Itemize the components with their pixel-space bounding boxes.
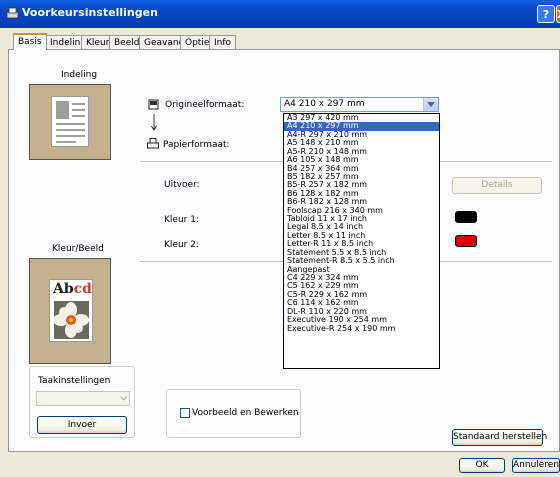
list-item[interactable]: B4 257 x 364 mm <box>284 165 439 173</box>
task-settings-label: Taakinstellingen <box>38 376 111 386</box>
original-format-select[interactable]: A4 210 x 297 mm <box>280 97 439 112</box>
list-item[interactable]: Executive 190 x 254 mm <box>284 316 439 324</box>
layout-heading: Indeling <box>61 70 98 80</box>
list-item[interactable]: Statement-R 8.5 x 5.5 inch <box>284 257 439 265</box>
color2-label: Kleur 2: <box>164 240 199 250</box>
list-item[interactable]: Letter 8.5 x 11 inch <box>284 232 439 240</box>
list-item[interactable]: A5 148 x 210 mm <box>284 139 439 147</box>
color-image-heading: Kleur/Beeld <box>52 244 104 254</box>
list-item[interactable]: Executive-R 254 x 190 mm <box>284 325 439 333</box>
list-item[interactable]: A5-R 210 x 148 mm <box>284 148 439 156</box>
document-page-icon <box>51 96 89 147</box>
color-preview: Abcd <box>29 258 111 364</box>
title-bar: Voorkeursinstellingen ? X <box>0 0 560 28</box>
original-format-label: Origineelformaat: <box>165 100 245 110</box>
list-item[interactable]: B5-R 257 x 182 mm <box>284 181 439 189</box>
help-button[interactable]: ? <box>537 5 555 23</box>
color2-swatch[interactable] <box>455 235 477 247</box>
preview-edit-checkbox[interactable] <box>180 408 190 418</box>
ok-button[interactable]: OK <box>459 458 505 473</box>
arrow-down-icon <box>151 114 157 131</box>
list-item[interactable]: Legal 8.5 x 14 inch <box>284 223 439 231</box>
list-item[interactable]: A4-R 297 x 210 mm <box>284 131 439 139</box>
list-item[interactable]: DL-R 110 x 220 mm <box>284 308 439 316</box>
list-item[interactable]: C5 162 x 229 mm <box>284 282 439 290</box>
chevron-down-icon[interactable] <box>423 98 438 111</box>
list-item[interactable]: Foolscap 216 x 340 mm <box>284 207 439 215</box>
list-item[interactable]: Aangepast <box>284 266 439 274</box>
preview-edit-label: Voorbeeld en Bewerken <box>192 408 299 418</box>
cancel-button[interactable]: Annuleren <box>512 458 560 473</box>
list-item[interactable]: C6 114 x 162 mm <box>284 299 439 307</box>
chevron-down-icon <box>120 396 127 401</box>
window-title: Voorkeursinstellingen <box>22 6 158 19</box>
close-button[interactable]: X <box>556 5 560 23</box>
tab-info[interactable]: Info <box>209 35 237 49</box>
original-document-icon <box>148 99 159 110</box>
layout-preview <box>29 84 111 160</box>
list-item[interactable]: Tabloid 11 x 17 inch <box>284 215 439 223</box>
restore-defaults-button[interactable]: Standaard herstellen <box>452 429 547 446</box>
original-format-listbox[interactable]: A3 297 x 420 mm A4 210 x 297 mm A4-R 297… <box>283 113 440 369</box>
color1-label: Kleur 1: <box>164 215 199 225</box>
list-item[interactable]: A3 297 x 420 mm <box>284 114 439 122</box>
original-format-value: A4 210 x 297 mm <box>284 99 365 109</box>
sample-image: Abcd <box>49 279 93 342</box>
tab-basis[interactable]: Basis <box>13 33 47 50</box>
list-item[interactable]: Statement 5.5 x 8.5 inch <box>284 249 439 257</box>
list-item[interactable]: C5-R 229 x 162 mm <box>284 291 439 299</box>
details-button[interactable]: Details <box>452 177 542 194</box>
flower-icon <box>54 301 89 339</box>
list-item[interactable]: A6 105 x 148 mm <box>284 156 439 164</box>
task-settings-dropdown[interactable] <box>36 391 130 406</box>
printer-icon <box>147 138 159 149</box>
list-item[interactable]: B6-R 182 x 128 mm <box>284 198 439 206</box>
list-item-selected[interactable]: A4 210 x 297 mm <box>284 122 439 131</box>
paper-format-label: Papierformaat: <box>163 140 230 150</box>
sample-text: Abcd <box>53 281 92 297</box>
list-item[interactable]: B5 182 x 257 mm <box>284 173 439 181</box>
printer-app-icon <box>6 7 19 19</box>
input-button[interactable]: Invoer <box>37 416 127 434</box>
output-label: Uitvoer: <box>164 180 200 190</box>
list-item[interactable]: Letter-R 11 x 8.5 inch <box>284 240 439 248</box>
list-item[interactable]: C4 229 x 324 mm <box>284 274 439 282</box>
list-item[interactable]: B6 128 x 182 mm <box>284 190 439 198</box>
color1-swatch[interactable] <box>455 211 477 223</box>
